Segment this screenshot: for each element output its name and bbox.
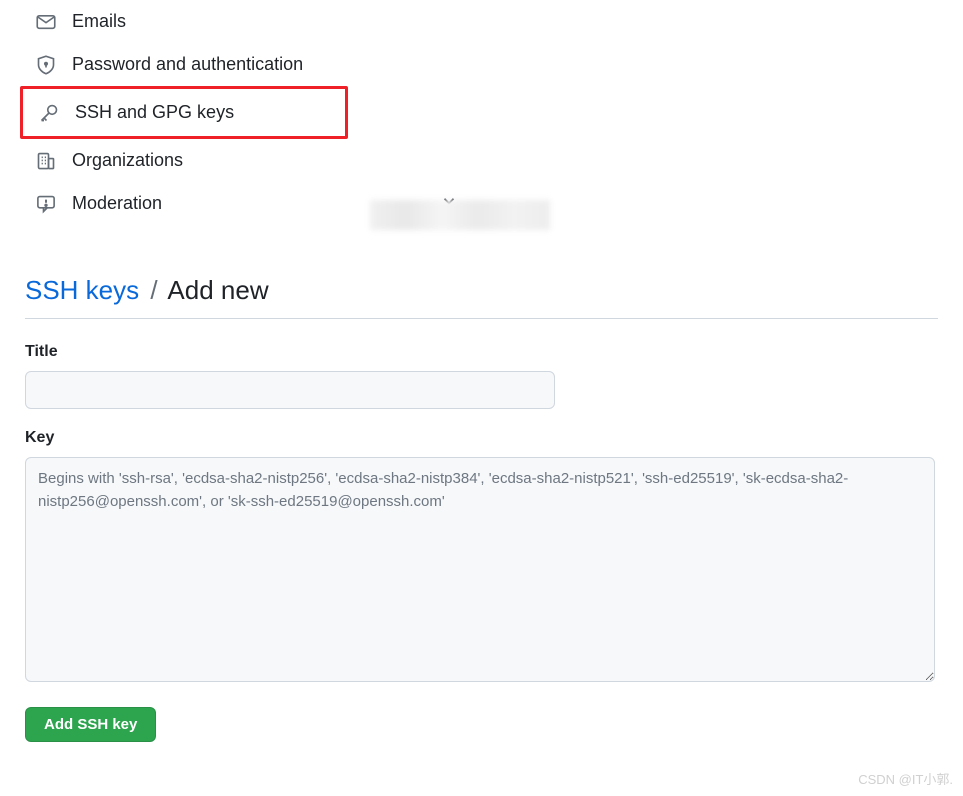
redacted-region bbox=[370, 200, 550, 230]
sidebar-item-label: Moderation bbox=[72, 193, 162, 214]
settings-sidebar: Emails Password and authentication SSH a… bbox=[0, 0, 963, 250]
shield-lock-icon bbox=[36, 55, 56, 75]
mail-icon bbox=[36, 12, 56, 32]
sidebar-item-label: Emails bbox=[72, 11, 126, 32]
key-icon bbox=[39, 103, 59, 123]
organization-icon bbox=[36, 151, 56, 171]
title-input[interactable] bbox=[25, 371, 555, 409]
sidebar-item-label: Organizations bbox=[72, 150, 183, 171]
add-ssh-key-button[interactable]: Add SSH key bbox=[25, 707, 156, 742]
main-content: SSH keys / Add new Title Key Add SSH key bbox=[0, 250, 963, 762]
watermark: CSDN @IT小郭. bbox=[858, 769, 953, 788]
title-label: Title bbox=[25, 343, 938, 361]
sidebar-item-password[interactable]: Password and authentication bbox=[20, 43, 963, 86]
breadcrumb-current: Add new bbox=[167, 275, 268, 305]
form-group-title: Title bbox=[25, 343, 938, 409]
sidebar-item-label: Password and authentication bbox=[72, 54, 303, 75]
form-group-key: Key bbox=[25, 429, 938, 687]
report-icon bbox=[36, 194, 56, 214]
sidebar-item-emails[interactable]: Emails bbox=[20, 0, 963, 43]
breadcrumb: SSH keys / Add new bbox=[25, 275, 938, 319]
sidebar-item-organizations[interactable]: Organizations bbox=[20, 139, 963, 182]
sidebar-item-ssh-keys[interactable]: SSH and GPG keys bbox=[20, 86, 348, 139]
breadcrumb-link-ssh-keys[interactable]: SSH keys bbox=[25, 275, 139, 305]
breadcrumb-separator: / bbox=[150, 275, 157, 305]
key-textarea[interactable] bbox=[25, 457, 935, 682]
sidebar-item-label: SSH and GPG keys bbox=[75, 102, 234, 123]
key-label: Key bbox=[25, 429, 938, 447]
